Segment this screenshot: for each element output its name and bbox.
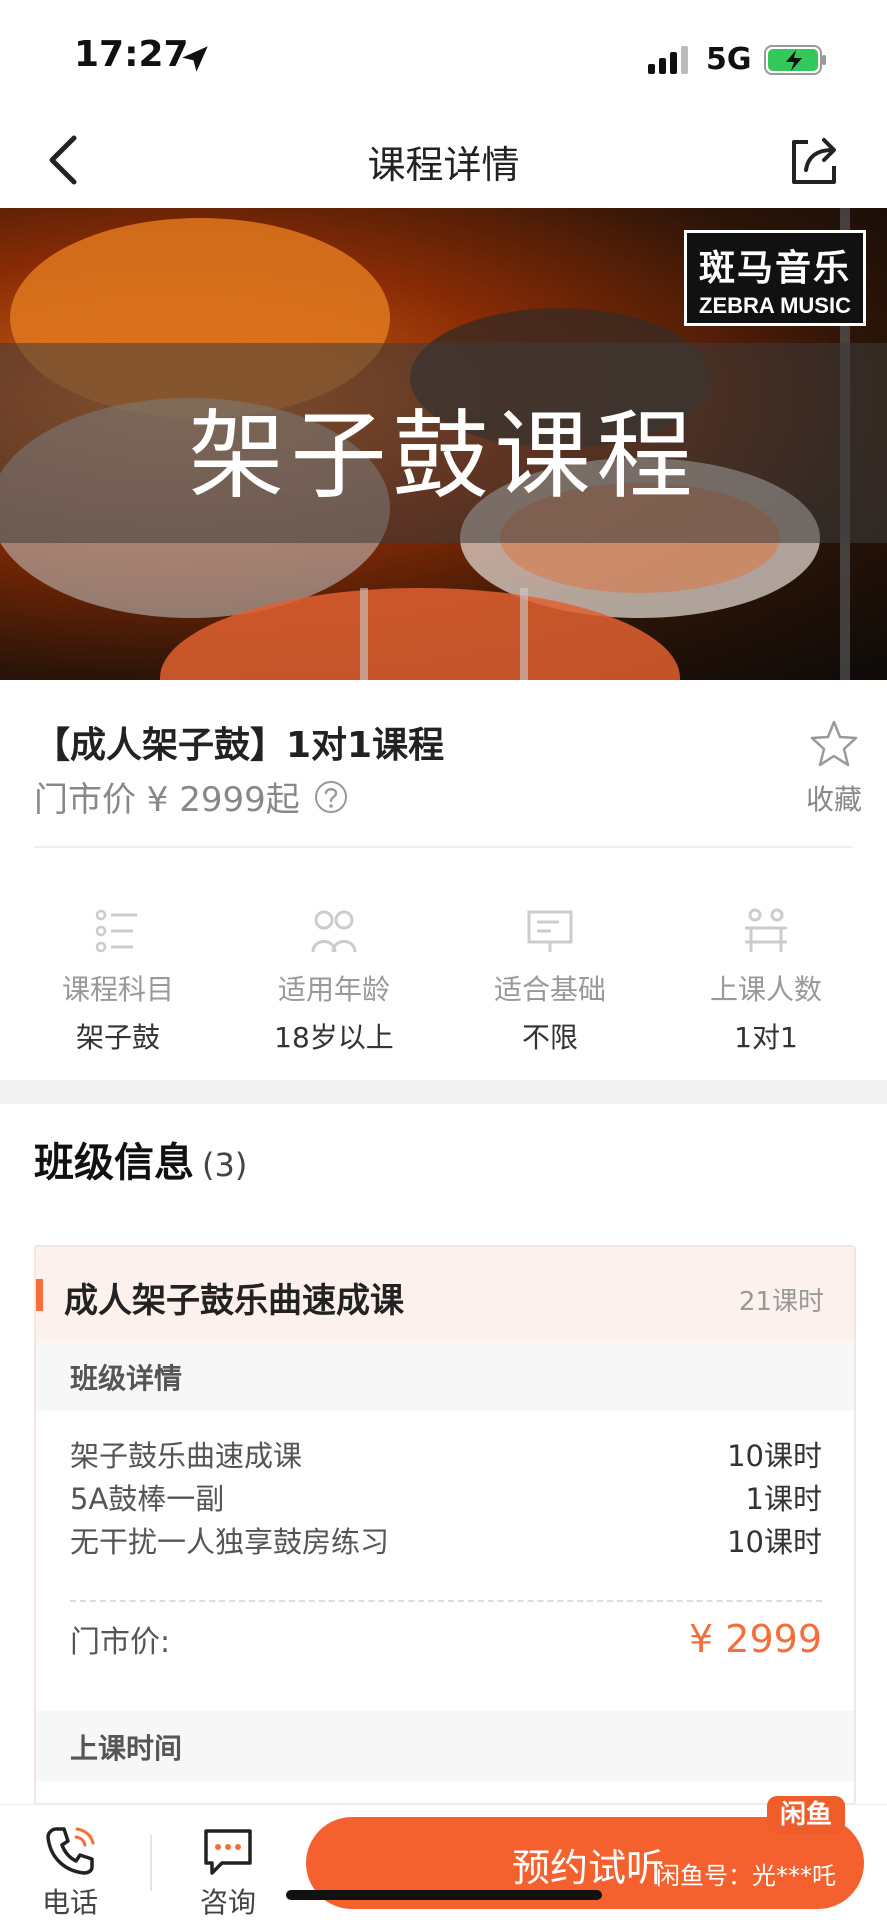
home-indicator [286,1890,602,1900]
status-bar: 17:27 5G [0,0,887,110]
attr-value: 架子鼓 [75,1021,160,1054]
attr-label: 上课人数 [709,973,822,1006]
detail-item-hours: 10课时 [727,1439,822,1473]
course-banner: 架子鼓课程 斑马音乐 ZEBRA MUSIC [0,208,887,680]
people-icon [311,910,357,953]
detail-item-hours: 1课时 [745,1482,822,1516]
detail-heading: 班级详情 [36,1341,854,1411]
class-card[interactable]: 成人架子鼓乐曲速成课 21课时 班级详情 架子鼓乐曲速成课 10课时 5A鼓棒一… [34,1245,856,1805]
section-count: (3) [202,1146,248,1184]
accent-bar [36,1279,43,1311]
course-title: 【成人架子鼓】1对1课程 [34,725,445,766]
divider [34,846,852,848]
attr-label: 适用年龄 [277,973,390,1006]
attr-value: 不限 [521,1021,578,1054]
list-icon [95,909,137,953]
attr-value: 1对1 [734,1021,798,1054]
detail-heading-text: 班级详情 [70,1362,183,1395]
chat-icon [204,1829,252,1875]
signal-icon [648,46,688,74]
phone-icon [46,1827,95,1875]
course-attributes: 课程科目 架子鼓 适用年龄 18岁以上 适合基础 不限 上课人数 1对1 [0,900,887,1060]
brand-logo: 斑马音乐 ZEBRA MUSIC [684,230,866,326]
price-label: 门市价: [70,1625,171,1660]
banner-title: 架子鼓课程 [188,400,699,512]
detail-row: 架子鼓乐曲速成课 10课时 [70,1433,822,1475]
detail-row: 无干扰一人独享鼓房练习 10课时 [70,1519,822,1561]
attr-level: 适合基础 不限 [442,900,658,1060]
price-row: 门市价: ¥ 2999 [70,1617,822,1661]
divider [150,1835,152,1891]
brand-logo-en: ZEBRA MUSIC [699,293,851,318]
star-icon[interactable] [808,718,860,770]
schedule-heading: 上课时间 [36,1711,854,1781]
battery-charging-icon [764,45,826,75]
course-price: 门市价 ¥ 2999起 [34,772,348,821]
attr-label: 适合基础 [493,973,606,1006]
watermark-text: 闲鱼号：光***吒 [656,1862,836,1890]
attr-value: 18岁以上 [274,1021,394,1054]
class-title: 成人架子鼓乐曲速成课 [64,1281,404,1321]
share-icon[interactable] [786,132,842,188]
brand-logo-cn: 斑马音乐 [698,248,851,289]
dashed-divider [70,1600,822,1602]
consult-button[interactable]: 咨询 [178,1805,278,1920]
detail-item-name: 5A鼓棒一副 [70,1482,225,1516]
watermark-badge: 闲鱼 [767,1796,845,1834]
class-size-icon [745,908,787,952]
section-title: 班级信息 (3) [34,1130,247,1188]
class-card-header: 成人架子鼓乐曲速成课 21课时 [36,1247,854,1341]
location-arrow-icon [182,46,208,72]
attr-class-size: 上课人数 1对1 [658,900,874,1060]
status-time: 17:27 [74,34,189,75]
favorite-label[interactable]: 收藏 [806,778,862,818]
phone-button[interactable]: 电话 [20,1805,120,1920]
section-gap [0,1080,887,1104]
nav-bar: 课程详情 [0,110,887,208]
detail-item-name: 架子鼓乐曲速成课 [70,1439,303,1473]
help-icon[interactable] [314,780,348,814]
detail-item-hours: 10课时 [727,1525,822,1559]
phone-label: 电话 [41,1886,98,1919]
schedule-heading-text: 上课时间 [70,1732,183,1765]
attr-subject: 课程科目 架子鼓 [10,900,226,1060]
detail-item-name: 无干扰一人独享鼓房练习 [70,1525,390,1559]
whiteboard-icon [527,910,573,952]
page-title: 课程详情 [367,143,520,187]
attr-age: 适用年龄 18岁以上 [226,900,442,1060]
course-price-text: 门市价 ¥ 2999起 [34,780,300,820]
section-title-text: 班级信息 [34,1140,194,1186]
detail-row: 5A鼓棒一副 1课时 [70,1476,822,1518]
network-type: 5G [706,42,752,77]
book-trial-label: 预约试听 [512,1846,665,1890]
attr-label: 课程科目 [61,973,174,1006]
class-hours: 21课时 [738,1287,824,1317]
consult-label: 咨询 [199,1886,256,1919]
price-value: ¥ 2999 [689,1617,822,1661]
